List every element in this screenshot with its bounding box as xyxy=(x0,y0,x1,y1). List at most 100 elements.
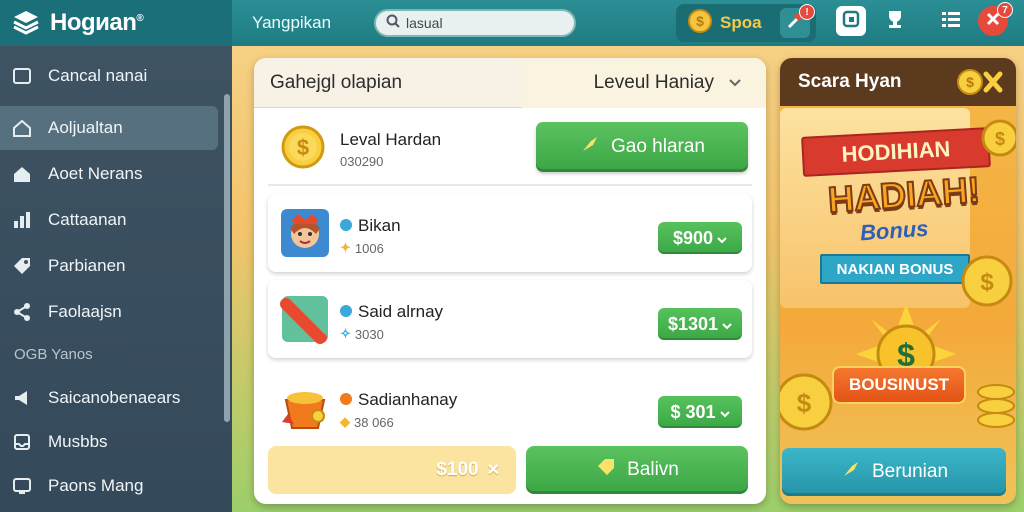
wallet-button[interactable] xyxy=(836,6,866,36)
clear-icon[interactable]: ✕ xyxy=(487,460,500,480)
price-label: $ 301 xyxy=(670,401,716,422)
promo-claim-button[interactable]: Berunian xyxy=(782,448,1006,496)
sidebar-item-paons-mang[interactable]: Paons Mang xyxy=(0,464,218,508)
total-amount-value: $100 xyxy=(436,459,479,480)
share-icon xyxy=(10,300,34,324)
item-name-text: Bikan xyxy=(358,216,401,235)
coin-decoration-icon xyxy=(976,378,1016,443)
item-sub-text: 1006 xyxy=(354,240,384,256)
shop-row[interactable]: Sadianhanay ◆ 38 066 $ 301 xyxy=(268,368,752,446)
claim-button-label: Gao hlaran xyxy=(610,136,705,157)
wallet-icon xyxy=(841,9,861,34)
search-input[interactable] xyxy=(406,15,556,31)
item-name: Said alrnay xyxy=(340,302,443,322)
price-label: $1301 xyxy=(667,313,719,334)
coin-decoration-icon: $ xyxy=(960,254,1014,313)
layers-logo-icon xyxy=(10,7,42,39)
price-button[interactable]: $1301 xyxy=(658,308,742,340)
sidebar-item-label: Parbianen xyxy=(48,256,126,275)
item-name: Sadianhanay xyxy=(340,390,457,410)
total-amount: $100 ✕ xyxy=(268,446,516,494)
shop-row[interactable]: Bikan ✦ 1006 $900 xyxy=(268,194,752,272)
level-dropdown-label: Leveul Hаniay xyxy=(593,72,714,93)
promo-bonus-word: Bonus xyxy=(859,215,930,246)
sidebar-scrollbar[interactable] xyxy=(224,94,230,422)
sidebar-item-parbianen[interactable]: Parbianen xyxy=(0,244,218,288)
sidebar-item-label: Cancal nanai xyxy=(48,66,148,85)
item-sub: ✦ 1006 xyxy=(340,240,384,256)
item-name: Bikan xyxy=(340,216,401,236)
tools-button[interactable]: ! xyxy=(780,4,815,38)
trophy-icon xyxy=(883,7,907,36)
buy-button-label: Balivn xyxy=(627,459,679,480)
bonus-pill[interactable]: BOUSINUST xyxy=(832,366,966,404)
home-icon xyxy=(10,116,34,140)
promo-header: Scara Hyan $ xyxy=(780,58,1016,106)
level-dropdown[interactable]: Leveul Hаniay xyxy=(522,58,766,108)
flame-gem-icon xyxy=(340,393,352,405)
search-icon xyxy=(386,14,400,33)
tag-icon xyxy=(10,254,34,278)
diamond-icon: ◆ xyxy=(340,414,350,429)
inbox-icon xyxy=(10,430,34,454)
sidebar-item-label: Musbbs xyxy=(48,432,108,451)
promo-blue-ribbon: NAKIAN BONUS xyxy=(820,254,970,284)
list-menu-icon xyxy=(939,7,963,36)
shop-row[interactable]: Said alrnay ✧ 3030 $1301 xyxy=(268,280,752,358)
featured-row[interactable]: $ Leval Hardan 030290 Gao hlaran xyxy=(268,112,752,186)
promo-close-button[interactable]: $ xyxy=(956,68,1004,102)
search-box[interactable] xyxy=(374,9,576,37)
coin-decoration-icon: $ xyxy=(780,372,834,437)
close-button[interactable]: 7 xyxy=(978,2,1013,36)
sidebar-item-label: Paons Mang xyxy=(48,476,144,495)
top-bar: Hogиan® Yangpikan $ Spoa ! xyxy=(0,0,1024,46)
buy-button[interactable]: Balivn xyxy=(526,446,748,494)
tools-badge: ! xyxy=(799,4,815,20)
sidebar-item-cattaanan[interactable]: Cattaanan xyxy=(0,198,218,242)
promo-panel: Scara Hyan $ HODIHIAN HADIAH! Bonus NAKI… xyxy=(780,58,1016,504)
brand[interactable]: Hogиan® xyxy=(0,0,232,46)
coin-decoration-icon: $ xyxy=(980,118,1016,163)
coin-label: Spoa xyxy=(720,13,762,32)
trophy-button[interactable] xyxy=(880,6,910,36)
gold-coin-icon: $ xyxy=(280,124,330,174)
sidebar-item-musbbs[interactable]: Musbbs xyxy=(0,420,218,464)
sidebar-item-aoljualtan[interactable]: Aoljualtan xyxy=(0,106,218,150)
megaphone-icon xyxy=(10,386,34,410)
sidebar-item-saicanobenaears[interactable]: Saicanobenaears xyxy=(0,376,218,420)
monitor-icon xyxy=(10,474,34,498)
sparkle-icon xyxy=(840,458,862,486)
svg-text:$: $ xyxy=(980,269,994,296)
item-name-text: Sadianhanay xyxy=(358,390,458,409)
item-sub-text: 38 066 xyxy=(354,414,394,430)
featured-sub: 030290 xyxy=(340,154,384,169)
price-button[interactable]: $ 301 xyxy=(658,396,742,428)
sidebar-item-cancal[interactable]: Cancal nanai xyxy=(0,54,218,98)
menu-button[interactable] xyxy=(936,6,966,36)
claim-button[interactable]: Gao hlaran xyxy=(536,122,748,172)
brand-name: Hogиan® xyxy=(50,9,144,36)
svg-text:$: $ xyxy=(995,129,1005,149)
sidebar-item-label: Aoljualtan xyxy=(48,118,123,137)
notification-badge: 7 xyxy=(997,2,1013,18)
gem-icon xyxy=(340,305,352,317)
coin-balance[interactable]: $ Spoa ! xyxy=(676,4,816,42)
sparkle-icon xyxy=(579,133,601,161)
brand-registered-mark: ® xyxy=(136,13,144,24)
sidebar: Cancal nanai Aoljualtan Aoet Nerans Catt… xyxy=(0,46,232,512)
chevron-down-icon xyxy=(719,402,730,423)
panel-title: Gahejgl olapian xyxy=(270,72,403,93)
item-sub-text: 3030 xyxy=(354,326,384,342)
item-sub: ✧ 3030 xyxy=(340,326,384,342)
chevron-down-icon xyxy=(728,72,742,94)
sidebar-item-faolaajsn[interactable]: Faolaajsn xyxy=(0,290,218,334)
sidebar-section-label: OGB Yanos xyxy=(14,346,93,363)
sidebar-item-aoet-nerans[interactable]: Aoet Nerans xyxy=(0,152,218,196)
candy-bar-icon xyxy=(280,294,330,344)
sidebar-item-label: Aoet Nerans xyxy=(48,164,143,183)
promo-title: Scara Hyan xyxy=(798,71,902,92)
svg-text:$: $ xyxy=(966,74,974,90)
price-button[interactable]: $900 xyxy=(658,222,742,254)
sidebar-item-label: Saicanobenaears xyxy=(48,388,181,407)
character-portrait-icon xyxy=(280,208,330,258)
